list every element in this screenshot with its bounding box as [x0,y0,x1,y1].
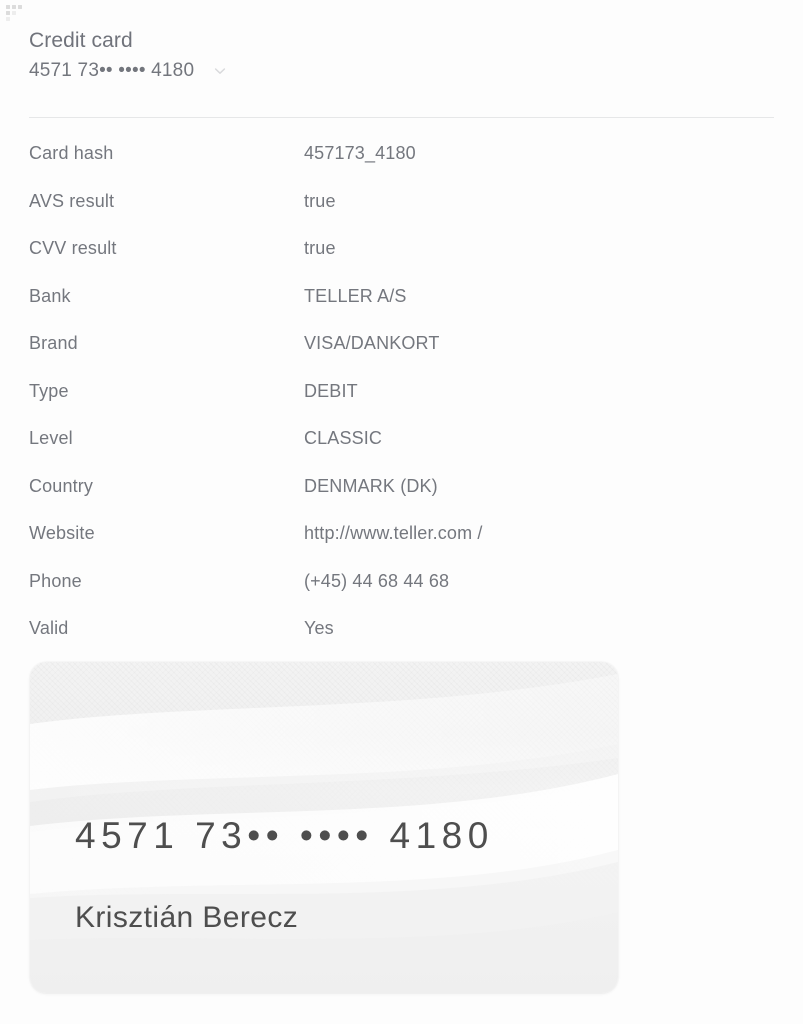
masked-card-number: 4571 73•• •••• 4180 [29,60,195,81]
table-row: Level CLASSIC [29,427,774,475]
detail-value: true [304,238,336,258]
detail-label: Brand [29,333,78,353]
detail-label: Level [29,428,73,448]
table-row: Website http://www.teller.com / [29,522,774,570]
detail-label: Card hash [29,143,114,163]
detail-value: DENMARK (DK) [304,475,438,496]
table-row: Country DENMARK (DK) [29,475,774,523]
table-row: Card hash 457173_4180 [29,142,774,190]
detail-value: true [304,190,336,211]
detail-label: Valid [29,618,69,638]
detail-value-website[interactable]: http://www.teller.com / [304,522,483,544]
table-row: Valid Yes [29,617,774,665]
card-details-list: Card hash 457173_4180 AVS result true CV… [29,142,774,665]
detail-label: Bank [29,285,71,306]
detail-label: Phone [29,570,82,591]
detail-value: DEBIT [304,380,358,401]
table-row: Type DEBIT [29,380,774,428]
card-face: 4571 73•• •••• 4180 Krisztián Berecz [30,662,618,993]
detail-value: TELLER A/S [304,285,407,306]
credit-card-graphic: 4571 73•• •••• 4180 Krisztián Berecz [30,662,618,993]
card-number-row[interactable]: 4571 73•• •••• 4180 [29,59,774,83]
detail-value: CLASSIC [304,428,383,448]
drag-dots-icon[interactable] [6,5,24,23]
drag-dot [18,11,22,15]
detail-label: Type [29,380,69,401]
detail-label: AVS result [29,190,115,211]
detail-label: Website [29,523,95,543]
drag-dot [12,5,16,9]
detail-value: VISA/DANKORT [304,333,440,353]
table-row: AVS result true [29,190,774,238]
chevron-down-icon[interactable] [211,62,229,80]
drag-dot [18,5,22,9]
header-divider [29,117,774,118]
panel-header: Credit card 4571 73•• •••• 4180 [29,28,774,83]
card-holder-name: Krisztián Berecz [75,901,299,934]
drag-dot [6,11,10,15]
table-row: Phone (+45) 44 68 44 68 [29,570,774,618]
detail-value: Yes [304,618,334,638]
drag-dot [18,17,22,21]
detail-label: Country [29,475,94,496]
drag-dot [12,17,16,21]
credit-card-panel: Credit card 4571 73•• •••• 4180 Card has… [0,0,803,1024]
detail-value: 457173_4180 [304,143,416,163]
drag-dot [6,5,10,9]
drag-dot [6,17,10,21]
page-title: Credit card [29,29,133,52]
detail-value: (+45) 44 68 44 68 [304,570,450,591]
table-row: CVV result true [29,237,774,285]
card-number-display: 4571 73•• •••• 4180 [75,815,494,856]
drag-dot [12,11,16,15]
detail-label: CVV result [29,238,117,258]
table-row: Brand VISA/DANKORT [29,332,774,380]
table-row: Bank TELLER A/S [29,285,774,333]
